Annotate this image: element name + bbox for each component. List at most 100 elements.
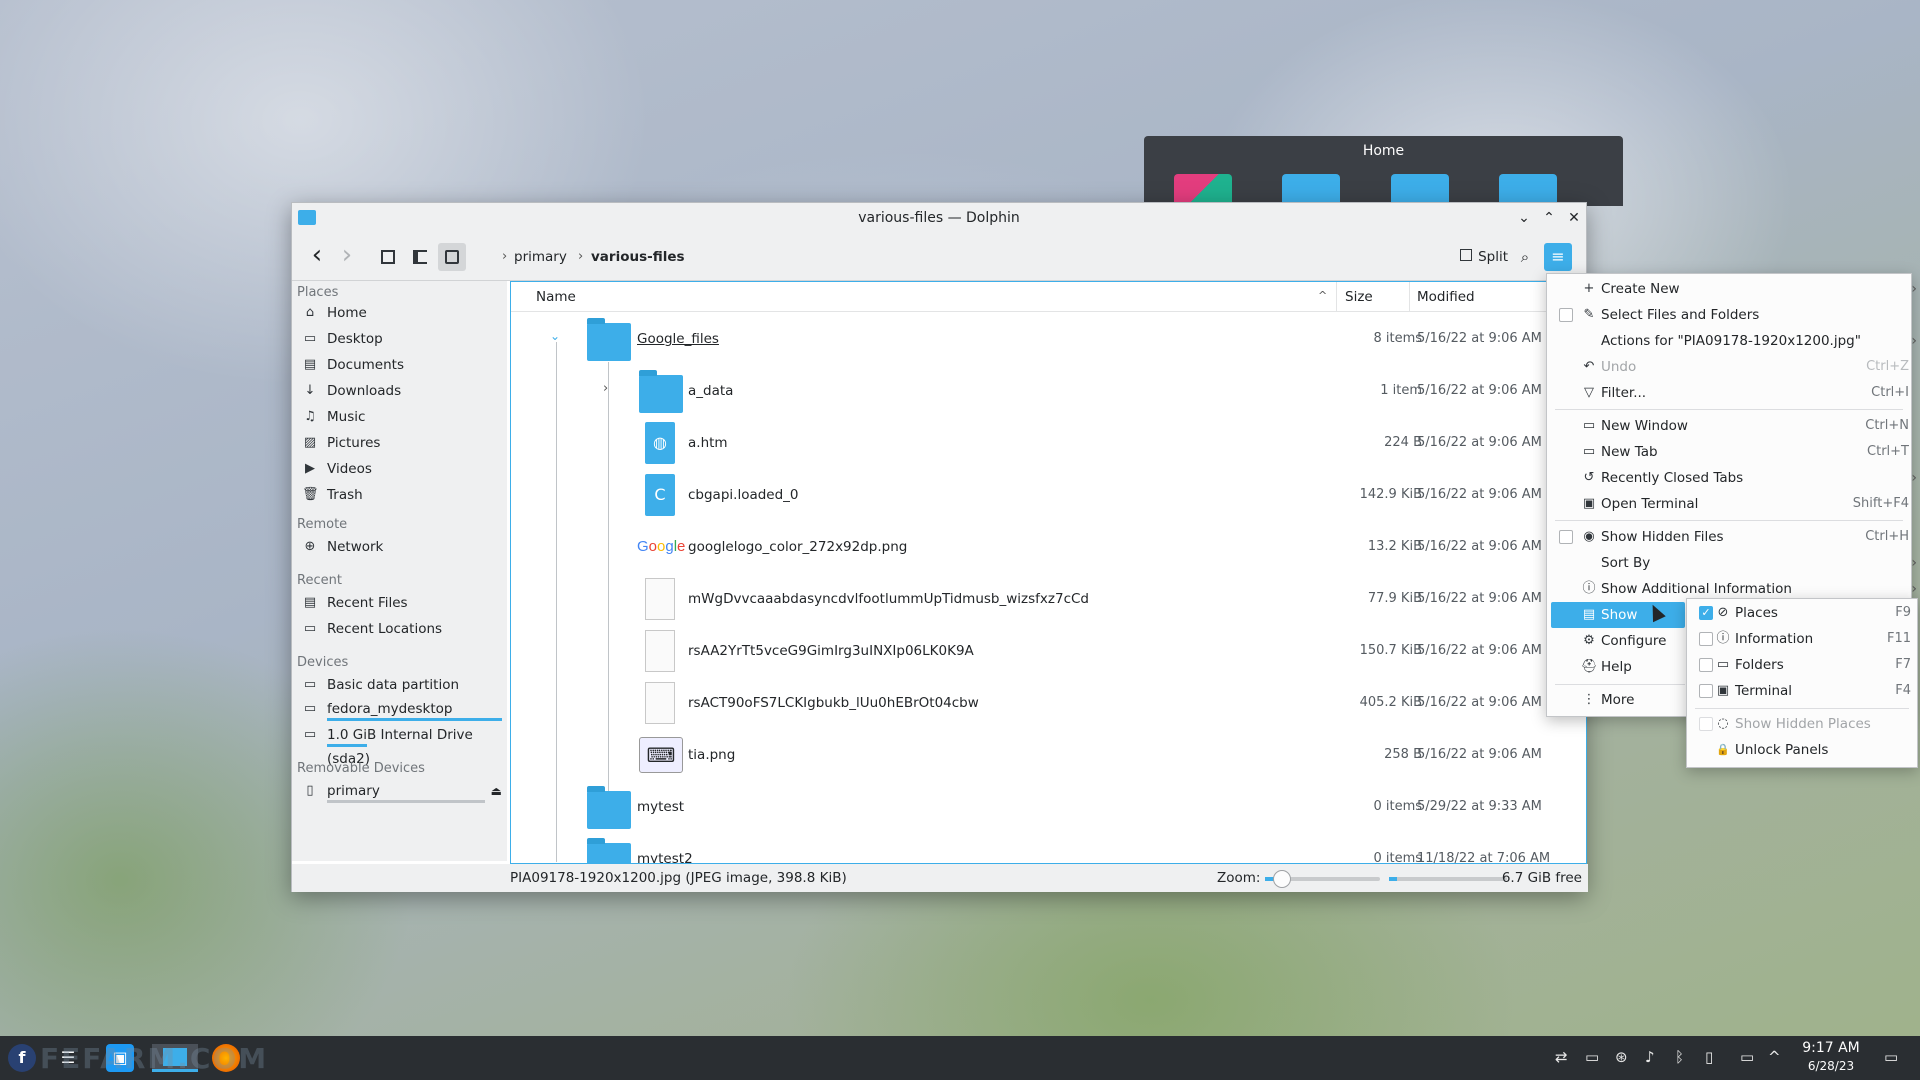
sidebar-item-documents[interactable]: ▤ Documents xyxy=(297,353,502,377)
file-view[interactable]: Name ^ Size Modified ⌄ Google_files 8 it… xyxy=(510,281,1587,864)
menu-item-configure[interactable]: ⚙ Configure xyxy=(1551,628,1685,654)
sidebar-item-music[interactable]: ♫ Music xyxy=(297,405,502,429)
collapse-icon[interactable]: ⌄ xyxy=(550,329,560,343)
update-tray-icon[interactable]: ⊛ xyxy=(1615,1048,1628,1066)
file-modified: 5/16/22 at 9:06 AM xyxy=(1417,331,1542,346)
sidebar-item-pictures[interactable]: ▨ Pictures xyxy=(297,431,502,455)
table-row[interactable]: rsACT90oFS7LCKIgbukb_lUu0hEBrOt04cbw 405… xyxy=(511,677,1586,729)
back-button[interactable]: ‹ xyxy=(304,242,330,271)
breadcrumb-separator-icon: › xyxy=(502,249,508,264)
submenu-item-folders[interactable]: ▭ Folders F7 xyxy=(1691,652,1911,678)
close-button[interactable]: ✕ xyxy=(1564,208,1584,228)
file-name: cbgapi.loaded_0 xyxy=(688,487,799,503)
fedora-launcher-icon[interactable]: f xyxy=(8,1044,36,1072)
menu-item-label: Select Files and Folders xyxy=(1601,307,1760,323)
table-row[interactable]: mWgDvvcaaabdasyncdvlfootlummUpTidmusb_wi… xyxy=(511,573,1586,625)
music-icon: ♫ xyxy=(304,409,316,424)
menu-item-create-new[interactable]: + Create New › xyxy=(1551,276,1917,302)
icons-view-button[interactable] xyxy=(374,243,402,271)
checkbox[interactable] xyxy=(1699,632,1713,646)
recent-locations-icon: ▭ xyxy=(303,621,317,636)
submenu-item-unlock-panels[interactable]: 🔒 Unlock Panels xyxy=(1691,737,1911,763)
zoom-slider[interactable] xyxy=(1265,870,1380,888)
menu-item-help[interactable]: ⛑ Help xyxy=(1551,654,1685,680)
search-button[interactable]: ⌕ xyxy=(1512,243,1538,271)
network-tray-icon[interactable]: ⇄ xyxy=(1555,1048,1568,1066)
breadcrumb-primary[interactable]: primary xyxy=(514,243,567,271)
show-desktop-icon[interactable]: ▭ xyxy=(1884,1048,1898,1066)
submenu-item-information[interactable]: ⓘ Information F11 xyxy=(1691,626,1911,652)
menu-item-recently-closed-tabs[interactable]: ↺ Recently Closed Tabs › xyxy=(1551,465,1917,491)
checkbox-checked[interactable]: ✓ xyxy=(1699,606,1713,620)
clock-time[interactable]: 9:17 AM xyxy=(1796,1040,1866,1056)
checkbox[interactable] xyxy=(1699,658,1713,672)
volume-tray-icon[interactable]: ♪ xyxy=(1645,1048,1655,1066)
menu-item-open-terminal[interactable]: ▣ Open Terminal Shift+F4 xyxy=(1551,491,1909,517)
drive-tray-icon[interactable]: ▭ xyxy=(1585,1048,1599,1066)
tray-expand-icon[interactable]: ^ xyxy=(1768,1048,1781,1066)
minimize-button[interactable]: ⌄ xyxy=(1514,208,1534,228)
table-row[interactable]: ◍ a.htm 224 B 5/16/22 at 9:06 AM xyxy=(511,417,1586,469)
compact-view-button[interactable] xyxy=(406,243,434,271)
menu-item-undo[interactable]: ↶ Undo Ctrl+Z xyxy=(1551,354,1909,380)
sidebar-item-videos[interactable]: ▶ Videos xyxy=(297,457,502,481)
sidebar-item-desktop[interactable]: ▭ Desktop xyxy=(297,327,502,351)
table-row[interactable]: Google googlelogo_color_272x92dp.png 13.… xyxy=(511,521,1586,573)
usb-tray-icon[interactable]: ▯ xyxy=(1705,1048,1713,1066)
sidebar-item-internal-drive[interactable]: ▭ 1.0 GiB Internal Drive (sda2) xyxy=(297,723,502,767)
menu-item-new-tab[interactable]: ▭ New Tab Ctrl+T xyxy=(1551,439,1909,465)
maximize-button[interactable]: ⌃ xyxy=(1539,208,1559,228)
menu-item-filter[interactable]: ▽ Filter... Ctrl+I xyxy=(1551,380,1909,406)
table-row[interactable]: ⌨ tia.png 258 B 5/16/22 at 9:06 AM xyxy=(511,729,1586,781)
size-column-header[interactable]: Size xyxy=(1345,289,1373,305)
sidebar-item-trash[interactable]: 🗑 Trash xyxy=(297,483,502,507)
table-row[interactable]: mytest 0 items 5/29/22 at 9:33 AM xyxy=(511,781,1586,833)
table-row[interactable]: rsAA2YrTt5vceG9GimIrg3uINXIp06LK0K9A 150… xyxy=(511,625,1586,677)
checkbox[interactable] xyxy=(1699,684,1713,698)
table-row[interactable]: › a_data 1 item 5/16/22 at 9:06 AM xyxy=(511,365,1586,417)
menu-item-more[interactable]: ⋮ More xyxy=(1551,687,1685,713)
shortcut-label: Ctrl+I xyxy=(1871,385,1909,400)
display-tray-icon[interactable]: ▭ xyxy=(1740,1048,1754,1066)
menu-item-label: Folders xyxy=(1735,657,1784,673)
background-home-window[interactable]: Home xyxy=(1144,136,1623,206)
table-row[interactable]: mytest2 0 items 11/18/22 at 7:06 AM xyxy=(511,833,1586,863)
table-row[interactable]: C cbgapi.loaded_0 142.9 KiB 5/16/22 at 9… xyxy=(511,469,1586,521)
sidebar-item-fedora-mydesktop[interactable]: ▭ fedora_mydesktop xyxy=(297,697,502,721)
sidebar-item-recent-locations[interactable]: ▭ Recent Locations xyxy=(297,617,502,641)
sidebar-item-downloads[interactable]: ↓ Downloads xyxy=(297,379,502,403)
checkbox[interactable] xyxy=(1699,717,1713,731)
zoom-slider-handle[interactable] xyxy=(1273,870,1291,888)
title-bar[interactable]: various-files — Dolphin ⌄ ⌃ ✕ xyxy=(292,203,1586,233)
bluetooth-tray-icon[interactable]: ᛒ xyxy=(1675,1048,1684,1066)
menu-item-select-files[interactable]: ✎ Select Files and Folders xyxy=(1551,302,1909,328)
menu-item-show-hidden-files[interactable]: ◉ Show Hidden Files Ctrl+H xyxy=(1551,524,1909,550)
folder-icon xyxy=(587,786,631,829)
breadcrumb-various-files[interactable]: various-files xyxy=(591,243,685,271)
sidebar-item-network[interactable]: ⊕ Network xyxy=(297,535,502,559)
clock-date[interactable]: 6/28/23 xyxy=(1796,1059,1866,1073)
sidebar-item-basic-data-partition[interactable]: ▭ Basic data partition xyxy=(297,673,502,697)
zoom-label: Zoom: xyxy=(1217,870,1261,886)
submenu-item-places[interactable]: ✓ ⊘ Places F9 xyxy=(1691,600,1911,626)
menu-item-actions[interactable]: Actions for "PIA09178-1920x1200.jpg" › xyxy=(1551,328,1917,354)
submenu-item-show-hidden-places[interactable]: ◌ Show Hidden Places xyxy=(1691,711,1911,737)
forward-button[interactable]: › xyxy=(334,242,360,271)
name-column-header[interactable]: Name xyxy=(536,289,576,305)
eject-icon[interactable]: ⏏ xyxy=(491,779,502,803)
sidebar-item-home[interactable]: ⌂ Home xyxy=(297,301,502,325)
menu-item-sort-by[interactable]: Sort By › xyxy=(1551,550,1917,576)
table-row[interactable]: ⌄ Google_files 8 items 5/16/22 at 9:06 A… xyxy=(511,313,1586,365)
details-view-button[interactable] xyxy=(438,243,466,271)
modified-column-header[interactable]: Modified xyxy=(1417,289,1475,305)
menu-item-new-window[interactable]: ▭ New Window Ctrl+N xyxy=(1551,413,1909,439)
hamburger-menu-button[interactable]: ≡ xyxy=(1544,243,1572,271)
split-button[interactable]: Split xyxy=(1452,243,1508,271)
expand-icon[interactable]: › xyxy=(603,381,608,396)
checkbox[interactable] xyxy=(1559,308,1573,322)
sidebar-item-recent-files[interactable]: ▤ Recent Files xyxy=(297,591,502,615)
checkbox[interactable] xyxy=(1559,530,1573,544)
submenu-item-terminal[interactable]: ▣ Terminal F4 xyxy=(1691,678,1911,704)
sidebar-item-primary[interactable]: ▯ primary ⏏ xyxy=(297,779,502,803)
folder-icon: ▭ xyxy=(1716,657,1730,672)
